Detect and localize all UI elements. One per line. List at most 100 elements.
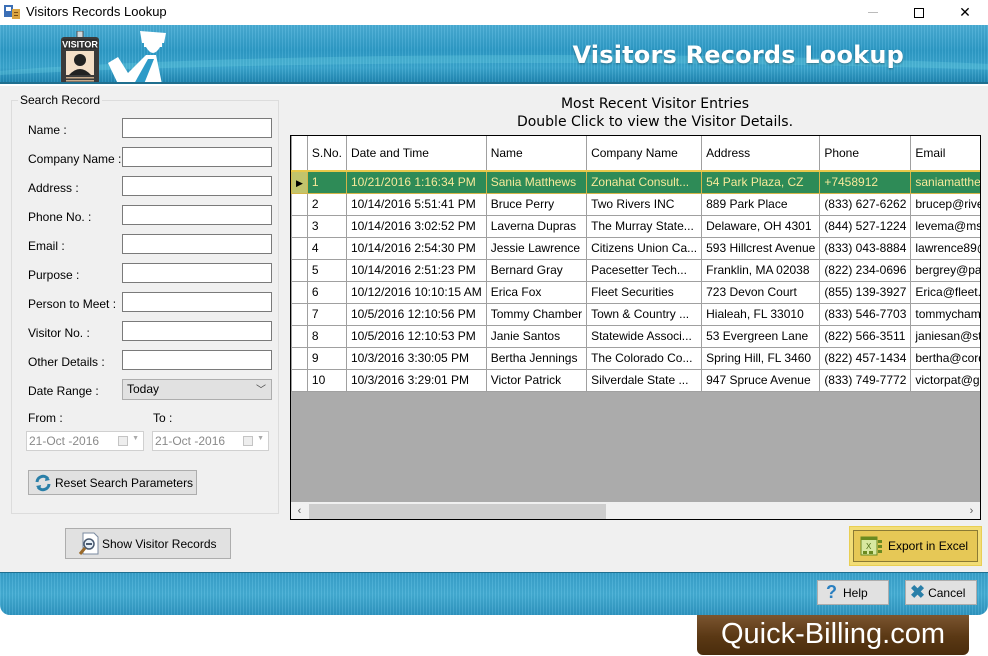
company-name-input[interactable] [122, 147, 272, 167]
cell-address[interactable]: 723 Devon Court [701, 280, 821, 304]
cell-date-time[interactable]: 10/14/2016 5:51:41 PM [345, 192, 487, 216]
cell-email[interactable]: saniamatthew [910, 170, 980, 194]
cell-name[interactable]: Bernard Gray [485, 258, 588, 282]
row-header[interactable] [291, 192, 308, 216]
cell-address[interactable]: 53 Evergreen Lane [701, 324, 821, 348]
cell-phone[interactable]: (822) 234-0696 [819, 258, 912, 282]
help-button[interactable]: ? Help [817, 580, 889, 605]
address-input[interactable] [122, 176, 272, 196]
cell-email[interactable]: victorpat@gr [910, 368, 980, 392]
cell-email[interactable]: levema@msl [910, 214, 980, 238]
row-header[interactable] [291, 324, 308, 348]
table-row[interactable]: 7 10/5/2016 12:10:56 PM Tommy Chamber Town … [291, 302, 980, 326]
cell-name[interactable]: Janie Santos [485, 324, 588, 348]
table-row[interactable]: 6 10/12/2016 10:10:15 AM Erica Fox Fleet Se… [291, 280, 980, 304]
column-header-company-name[interactable]: Company Name [586, 136, 703, 172]
cell-company-name[interactable]: Zonahat Consult... [586, 170, 703, 194]
cell-date-time[interactable]: 10/14/2016 2:54:30 PM [345, 236, 487, 260]
scroll-right-icon[interactable]: › [963, 504, 980, 519]
column-header-sno[interactable]: S.No. [306, 136, 347, 172]
cell-address[interactable]: Hialeah, FL 33010 [701, 302, 821, 326]
cell-sno[interactable]: 5 [306, 258, 347, 282]
cancel-button[interactable]: ✖ Cancel [905, 580, 977, 605]
cell-date-time[interactable]: 10/5/2016 12:10:56 PM [345, 302, 487, 326]
cell-email[interactable]: bergrey@pac [910, 258, 980, 282]
row-header[interactable] [291, 258, 308, 282]
cell-name[interactable]: Victor Patrick [485, 368, 588, 392]
cell-name[interactable]: Bertha Jennings [485, 346, 588, 370]
cell-company-name[interactable]: Fleet Securities [586, 280, 703, 304]
cell-name[interactable]: Jessie Lawrence [485, 236, 588, 260]
cell-sno[interactable]: 1 [306, 170, 347, 194]
cell-sno[interactable]: 10 [306, 368, 347, 392]
table-row[interactable]: 10 10/3/2016 3:29:01 PM Victor Patrick Silv… [291, 368, 980, 392]
cell-sno[interactable]: 3 [306, 214, 347, 238]
row-header[interactable] [291, 280, 308, 304]
row-header[interactable] [291, 236, 308, 260]
row-header[interactable]: ▶ [291, 170, 308, 194]
phone-input[interactable] [122, 205, 272, 225]
cell-email[interactable]: brucep@rive [910, 192, 980, 216]
table-row[interactable]: 2 10/14/2016 5:51:41 PM Bruce Perry Two Riv… [291, 192, 980, 216]
cell-date-time[interactable]: 10/14/2016 3:02:52 PM [345, 214, 487, 238]
cell-sno[interactable]: 6 [306, 280, 347, 304]
maximize-button[interactable] [896, 0, 942, 25]
cell-date-time[interactable]: 10/5/2016 12:10:53 PM [345, 324, 487, 348]
cell-company-name[interactable]: Town & Country ... [586, 302, 703, 326]
table-row[interactable]: 4 10/14/2016 2:54:30 PM Jessie Lawrence Cit… [291, 236, 980, 260]
cell-phone[interactable]: (833) 043-8884 [819, 236, 912, 260]
show-visitor-records-button[interactable]: Show Visitor Records [65, 528, 231, 559]
visitor-no-input[interactable] [122, 321, 272, 341]
table-row[interactable]: 5 10/14/2016 2:51:23 PM Bernard Gray Pacese… [291, 258, 980, 282]
cell-date-time[interactable]: 10/3/2016 3:30:05 PM [345, 346, 487, 370]
cell-name[interactable]: Tommy Chamber [485, 302, 588, 326]
cell-name[interactable]: Laverna Dupras [485, 214, 588, 238]
email-input[interactable] [122, 234, 272, 254]
cell-company-name[interactable]: Silverdale State ... [586, 368, 703, 392]
scroll-left-icon[interactable]: ‹ [291, 504, 308, 519]
column-header-email[interactable]: Email [910, 136, 980, 172]
visitor-records-grid[interactable]: S.No. Date and Time Name Company Name Ad… [290, 135, 981, 520]
cell-name[interactable]: Sania Matthews [485, 170, 588, 194]
cell-company-name[interactable]: Two Rivers INC [586, 192, 703, 216]
cell-phone[interactable]: (822) 566-3511 [819, 324, 912, 348]
cell-company-name[interactable]: Pacesetter Tech... [586, 258, 703, 282]
cell-email[interactable]: tommycham@ [910, 302, 980, 326]
cell-email[interactable]: janiesan@sta [910, 324, 980, 348]
close-button[interactable]: ✕ [942, 0, 988, 25]
column-header-address[interactable]: Address [701, 136, 821, 172]
cell-sno[interactable]: 9 [306, 346, 347, 370]
cell-phone[interactable]: (833) 749-7772 [819, 368, 912, 392]
from-date-picker[interactable]: 21-Oct -2016 ▼ [26, 431, 144, 451]
row-header[interactable] [291, 302, 308, 326]
cell-company-name[interactable]: Citizens Union Ca... [586, 236, 703, 260]
cell-date-time[interactable]: 10/12/2016 10:10:15 AM [345, 280, 487, 304]
cell-phone[interactable]: (822) 457-1434 [819, 346, 912, 370]
cell-address[interactable]: Delaware, OH 4301 [701, 214, 821, 238]
person-to-meet-input[interactable] [122, 292, 272, 312]
cell-phone[interactable]: +7458912 [819, 170, 912, 194]
name-input[interactable] [122, 118, 272, 138]
cell-company-name[interactable]: Statewide Associ... [586, 324, 703, 348]
cell-phone[interactable]: (833) 546-7703 [819, 302, 912, 326]
minimize-button[interactable] [850, 0, 896, 25]
cell-phone[interactable]: (844) 527-1224 [819, 214, 912, 238]
scrollbar-thumb[interactable] [309, 504, 606, 519]
export-excel-button[interactable]: X Export in Excel [853, 530, 978, 562]
cell-phone[interactable]: (855) 139-3927 [819, 280, 912, 304]
row-header[interactable] [291, 214, 308, 238]
cell-email[interactable]: lawrence89@ [910, 236, 980, 260]
cell-address[interactable]: 593 Hillcrest Avenue [701, 236, 821, 260]
reset-search-button[interactable]: Reset Search Parameters [28, 470, 197, 495]
row-header[interactable] [291, 346, 308, 370]
table-row[interactable]: 3 10/14/2016 3:02:52 PM Laverna Dupras The … [291, 214, 980, 238]
cell-sno[interactable]: 8 [306, 324, 347, 348]
cell-date-time[interactable]: 10/21/2016 1:16:34 PM [345, 170, 487, 194]
cell-email[interactable]: Erica@fleet. [910, 280, 980, 304]
cell-company-name[interactable]: The Murray State... [586, 214, 703, 238]
cell-address[interactable]: 947 Spruce Avenue [701, 368, 821, 392]
column-header-name[interactable]: Name [485, 136, 588, 172]
horizontal-scrollbar[interactable]: ‹ › [291, 502, 980, 519]
cell-phone[interactable]: (833) 627-6262 [819, 192, 912, 216]
cell-date-time[interactable]: 10/14/2016 2:51:23 PM [345, 258, 487, 282]
